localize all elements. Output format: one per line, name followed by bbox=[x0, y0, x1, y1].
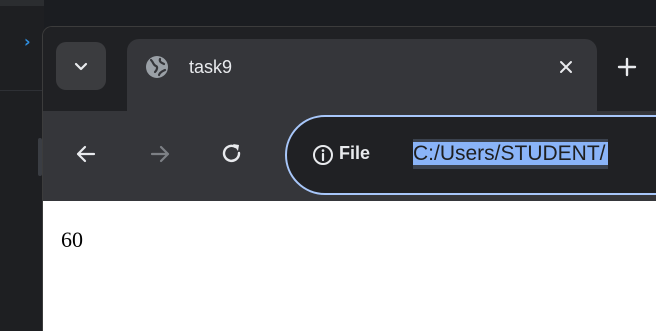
navigation-toolbar: File C:/Users/STUDENT/ bbox=[43, 111, 656, 201]
page-content: 60 bbox=[43, 201, 656, 331]
tab-search-button[interactable] bbox=[56, 42, 106, 90]
url-text[interactable]: C:/Users/STUDENT/ bbox=[413, 139, 608, 169]
close-icon[interactable] bbox=[557, 58, 575, 76]
arrow-left-icon[interactable] bbox=[73, 141, 99, 167]
reload-icon[interactable] bbox=[219, 141, 245, 167]
tab-strip: task9 bbox=[43, 27, 656, 111]
editor-title-strip bbox=[0, 0, 44, 6]
plus-icon[interactable] bbox=[615, 55, 639, 79]
background-editor-window: › bbox=[0, 0, 44, 331]
file-scheme-chip[interactable]: File bbox=[339, 143, 370, 164]
editor-divider bbox=[0, 90, 44, 91]
url-selection: C:/Users/STUDENT/ bbox=[413, 142, 608, 165]
chevron-down-icon bbox=[74, 62, 88, 71]
globe-icon bbox=[146, 56, 168, 78]
screen: › task9 File C:/Users/STUDENT/ 60 bbox=[0, 0, 656, 331]
browser-window: task9 File C:/Users/STUDENT/ 60 bbox=[42, 26, 656, 331]
tab-title: task9 bbox=[189, 57, 233, 77]
address-bar[interactable]: File C:/Users/STUDENT/ bbox=[285, 115, 656, 195]
output-value: 60 bbox=[61, 227, 83, 252]
tab-task9[interactable]: task9 bbox=[127, 39, 597, 111]
info-circle-icon[interactable] bbox=[312, 144, 334, 166]
vscode-logo-icon: › bbox=[24, 32, 31, 51]
arrow-right-icon[interactable] bbox=[147, 141, 173, 167]
